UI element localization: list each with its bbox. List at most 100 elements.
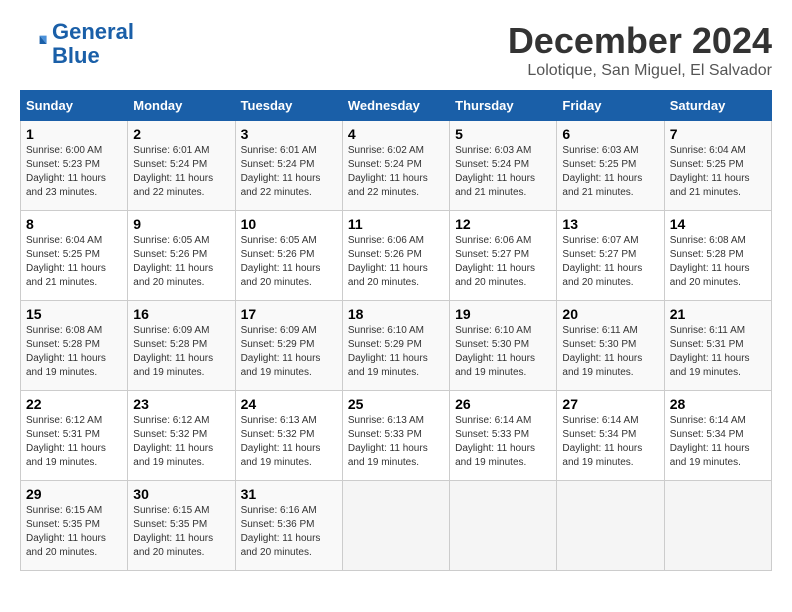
day-info: Sunrise: 6:11 AMSunset: 5:30 PMDaylight:… xyxy=(562,325,642,378)
day-info: Sunrise: 6:03 AMSunset: 5:24 PMDaylight:… xyxy=(455,145,535,198)
calendar-day-cell: 9 Sunrise: 6:05 AMSunset: 5:26 PMDayligh… xyxy=(128,211,235,301)
day-info: Sunrise: 6:08 AMSunset: 5:28 PMDaylight:… xyxy=(670,235,750,288)
day-number: 9 xyxy=(133,216,229,232)
day-info: Sunrise: 6:01 AMSunset: 5:24 PMDaylight:… xyxy=(133,145,213,198)
day-number: 8 xyxy=(26,216,122,232)
day-number: 26 xyxy=(455,396,551,412)
weekday-header-cell: Friday xyxy=(557,91,664,121)
day-number: 21 xyxy=(670,306,766,322)
calendar-day-cell: 7 Sunrise: 6:04 AMSunset: 5:25 PMDayligh… xyxy=(664,121,771,211)
day-number: 22 xyxy=(26,396,122,412)
day-number: 23 xyxy=(133,396,229,412)
location: Lolotique, San Miguel, El Salvador xyxy=(508,62,772,80)
day-info: Sunrise: 6:03 AMSunset: 5:25 PMDaylight:… xyxy=(562,145,642,198)
day-number: 14 xyxy=(670,216,766,232)
page-header: General Blue December 2024 Lolotique, Sa… xyxy=(20,20,772,80)
calendar-day-cell: 21 Sunrise: 6:11 AMSunset: 5:31 PMDaylig… xyxy=(664,301,771,391)
day-info: Sunrise: 6:06 AMSunset: 5:27 PMDaylight:… xyxy=(455,235,535,288)
day-number: 17 xyxy=(241,306,337,322)
day-number: 18 xyxy=(348,306,444,322)
day-info: Sunrise: 6:11 AMSunset: 5:31 PMDaylight:… xyxy=(670,325,750,378)
calendar-day-cell: 11 Sunrise: 6:06 AMSunset: 5:26 PMDaylig… xyxy=(342,211,449,301)
day-number: 16 xyxy=(133,306,229,322)
calendar-day-cell: 24 Sunrise: 6:13 AMSunset: 5:32 PMDaylig… xyxy=(235,391,342,481)
day-info: Sunrise: 6:04 AMSunset: 5:25 PMDaylight:… xyxy=(26,235,106,288)
day-info: Sunrise: 6:14 AMSunset: 5:34 PMDaylight:… xyxy=(670,415,750,468)
day-number: 12 xyxy=(455,216,551,232)
weekday-header-cell: Saturday xyxy=(664,91,771,121)
calendar-week-row: 8 Sunrise: 6:04 AMSunset: 5:25 PMDayligh… xyxy=(21,211,772,301)
calendar-day-cell: 31 Sunrise: 6:16 AMSunset: 5:36 PMDaylig… xyxy=(235,481,342,571)
day-info: Sunrise: 6:02 AMSunset: 5:24 PMDaylight:… xyxy=(348,145,428,198)
calendar-day-cell: 12 Sunrise: 6:06 AMSunset: 5:27 PMDaylig… xyxy=(450,211,557,301)
calendar-day-cell: 10 Sunrise: 6:05 AMSunset: 5:26 PMDaylig… xyxy=(235,211,342,301)
calendar-day-cell xyxy=(664,481,771,571)
day-info: Sunrise: 6:15 AMSunset: 5:35 PMDaylight:… xyxy=(133,505,213,558)
day-info: Sunrise: 6:10 AMSunset: 5:30 PMDaylight:… xyxy=(455,325,535,378)
day-number: 7 xyxy=(670,126,766,142)
day-info: Sunrise: 6:14 AMSunset: 5:34 PMDaylight:… xyxy=(562,415,642,468)
weekday-header-cell: Thursday xyxy=(450,91,557,121)
calendar-day-cell: 4 Sunrise: 6:02 AMSunset: 5:24 PMDayligh… xyxy=(342,121,449,211)
calendar-day-cell: 6 Sunrise: 6:03 AMSunset: 5:25 PMDayligh… xyxy=(557,121,664,211)
calendar-day-cell xyxy=(450,481,557,571)
calendar-day-cell: 13 Sunrise: 6:07 AMSunset: 5:27 PMDaylig… xyxy=(557,211,664,301)
weekday-header-cell: Wednesday xyxy=(342,91,449,121)
day-info: Sunrise: 6:12 AMSunset: 5:32 PMDaylight:… xyxy=(133,415,213,468)
day-number: 13 xyxy=(562,216,658,232)
day-info: Sunrise: 6:12 AMSunset: 5:31 PMDaylight:… xyxy=(26,415,106,468)
calendar-day-cell: 29 Sunrise: 6:15 AMSunset: 5:35 PMDaylig… xyxy=(21,481,128,571)
weekday-header-cell: Tuesday xyxy=(235,91,342,121)
day-info: Sunrise: 6:01 AMSunset: 5:24 PMDaylight:… xyxy=(241,145,321,198)
day-info: Sunrise: 6:00 AMSunset: 5:23 PMDaylight:… xyxy=(26,145,106,198)
day-number: 6 xyxy=(562,126,658,142)
calendar-day-cell: 3 Sunrise: 6:01 AMSunset: 5:24 PMDayligh… xyxy=(235,121,342,211)
calendar-week-row: 15 Sunrise: 6:08 AMSunset: 5:28 PMDaylig… xyxy=(21,301,772,391)
day-number: 19 xyxy=(455,306,551,322)
day-number: 1 xyxy=(26,126,122,142)
calendar-day-cell: 26 Sunrise: 6:14 AMSunset: 5:33 PMDaylig… xyxy=(450,391,557,481)
day-number: 20 xyxy=(562,306,658,322)
weekday-header-cell: Monday xyxy=(128,91,235,121)
logo-line1: General xyxy=(52,19,134,44)
day-info: Sunrise: 6:05 AMSunset: 5:26 PMDaylight:… xyxy=(241,235,321,288)
day-info: Sunrise: 6:16 AMSunset: 5:36 PMDaylight:… xyxy=(241,505,321,558)
calendar-day-cell: 25 Sunrise: 6:13 AMSunset: 5:33 PMDaylig… xyxy=(342,391,449,481)
calendar-day-cell: 27 Sunrise: 6:14 AMSunset: 5:34 PMDaylig… xyxy=(557,391,664,481)
calendar-day-cell: 2 Sunrise: 6:01 AMSunset: 5:24 PMDayligh… xyxy=(128,121,235,211)
day-info: Sunrise: 6:10 AMSunset: 5:29 PMDaylight:… xyxy=(348,325,428,378)
day-info: Sunrise: 6:09 AMSunset: 5:28 PMDaylight:… xyxy=(133,325,213,378)
calendar-day-cell: 20 Sunrise: 6:11 AMSunset: 5:30 PMDaylig… xyxy=(557,301,664,391)
day-number: 5 xyxy=(455,126,551,142)
day-number: 2 xyxy=(133,126,229,142)
day-number: 4 xyxy=(348,126,444,142)
day-number: 25 xyxy=(348,396,444,412)
day-number: 29 xyxy=(26,486,122,502)
weekday-header-cell: Sunday xyxy=(21,91,128,121)
calendar-day-cell: 16 Sunrise: 6:09 AMSunset: 5:28 PMDaylig… xyxy=(128,301,235,391)
day-number: 27 xyxy=(562,396,658,412)
weekday-header-row: SundayMondayTuesdayWednesdayThursdayFrid… xyxy=(21,91,772,121)
logo-icon xyxy=(20,30,48,58)
calendar-day-cell: 18 Sunrise: 6:10 AMSunset: 5:29 PMDaylig… xyxy=(342,301,449,391)
calendar-day-cell: 23 Sunrise: 6:12 AMSunset: 5:32 PMDaylig… xyxy=(128,391,235,481)
day-info: Sunrise: 6:09 AMSunset: 5:29 PMDaylight:… xyxy=(241,325,321,378)
day-info: Sunrise: 6:05 AMSunset: 5:26 PMDaylight:… xyxy=(133,235,213,288)
day-info: Sunrise: 6:14 AMSunset: 5:33 PMDaylight:… xyxy=(455,415,535,468)
day-info: Sunrise: 6:06 AMSunset: 5:26 PMDaylight:… xyxy=(348,235,428,288)
calendar-day-cell: 15 Sunrise: 6:08 AMSunset: 5:28 PMDaylig… xyxy=(21,301,128,391)
calendar-table: SundayMondayTuesdayWednesdayThursdayFrid… xyxy=(20,90,772,571)
calendar-day-cell: 30 Sunrise: 6:15 AMSunset: 5:35 PMDaylig… xyxy=(128,481,235,571)
day-number: 11 xyxy=(348,216,444,232)
calendar-day-cell: 17 Sunrise: 6:09 AMSunset: 5:29 PMDaylig… xyxy=(235,301,342,391)
day-info: Sunrise: 6:07 AMSunset: 5:27 PMDaylight:… xyxy=(562,235,642,288)
day-info: Sunrise: 6:04 AMSunset: 5:25 PMDaylight:… xyxy=(670,145,750,198)
calendar-week-row: 1 Sunrise: 6:00 AMSunset: 5:23 PMDayligh… xyxy=(21,121,772,211)
logo: General Blue xyxy=(20,20,134,68)
calendar-day-cell: 19 Sunrise: 6:10 AMSunset: 5:30 PMDaylig… xyxy=(450,301,557,391)
day-number: 31 xyxy=(241,486,337,502)
calendar-body: 1 Sunrise: 6:00 AMSunset: 5:23 PMDayligh… xyxy=(21,121,772,571)
title-block: December 2024 Lolotique, San Miguel, El … xyxy=(508,20,772,80)
calendar-day-cell: 14 Sunrise: 6:08 AMSunset: 5:28 PMDaylig… xyxy=(664,211,771,301)
calendar-week-row: 22 Sunrise: 6:12 AMSunset: 5:31 PMDaylig… xyxy=(21,391,772,481)
